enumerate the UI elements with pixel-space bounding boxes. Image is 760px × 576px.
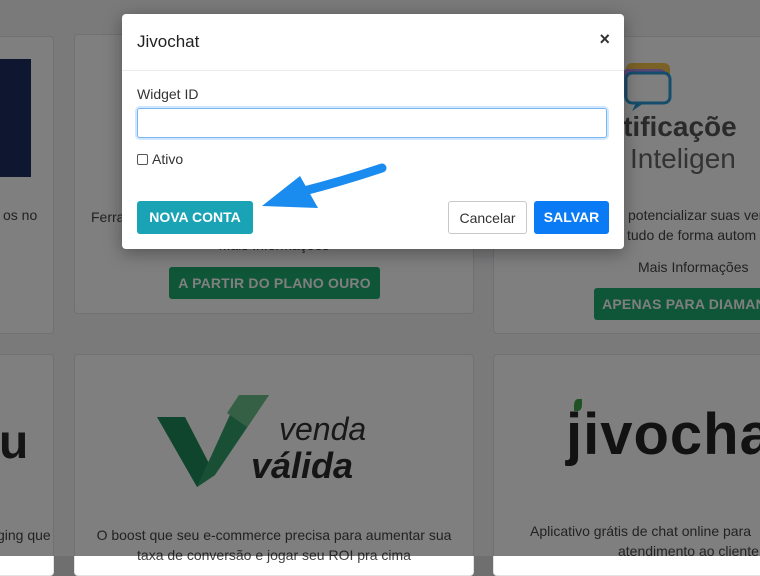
annotation-arrow-icon [262,163,387,208]
